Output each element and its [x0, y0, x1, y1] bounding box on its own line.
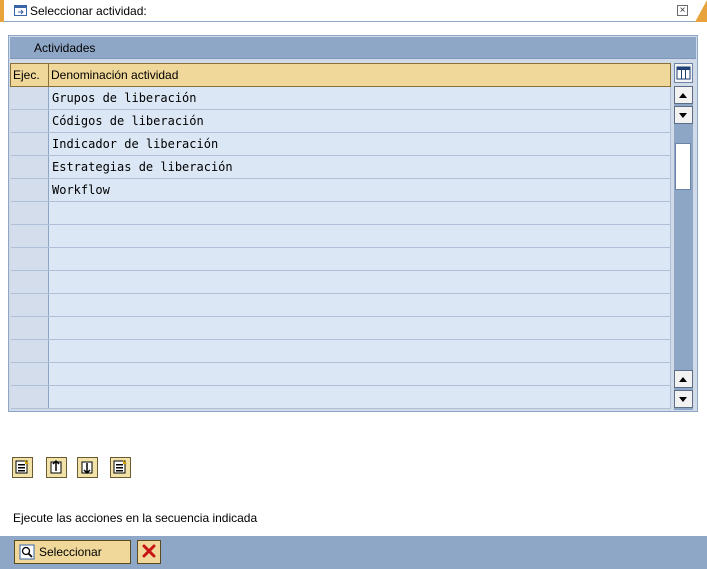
activity-cell[interactable] — [48, 385, 671, 409]
vertical-scrollbar[interactable] — [674, 86, 693, 410]
activity-cell[interactable]: Estrategias de liberación — [48, 155, 671, 179]
activity-cell[interactable] — [48, 339, 671, 363]
table-row[interactable] — [10, 385, 671, 409]
deselect-all-button[interactable] — [110, 457, 131, 478]
grid-title-bar: Actividades — [10, 37, 696, 59]
expand-icon — [50, 459, 62, 474]
scroll-up-button[interactable] — [674, 86, 693, 104]
row-selector[interactable] — [10, 247, 49, 271]
row-selector[interactable] — [10, 293, 49, 317]
table-row[interactable] — [10, 339, 671, 363]
grid-title: Actividades — [34, 41, 96, 55]
magnifier-check-icon — [19, 544, 35, 560]
scroll-down-button[interactable] — [674, 106, 693, 124]
table-row[interactable]: Códigos de liberación — [10, 109, 671, 133]
activity-cell[interactable]: Grupos de liberación — [48, 86, 671, 110]
row-selector[interactable] — [10, 109, 49, 133]
arrow-down-icon — [679, 113, 687, 118]
select-button[interactable]: Seleccionar — [14, 540, 131, 564]
row-selector[interactable] — [10, 270, 49, 294]
table-header-row: Ejec. Denominación actividad — [10, 63, 671, 87]
activity-cell[interactable] — [48, 224, 671, 248]
table-row[interactable] — [10, 293, 671, 317]
scroll-thumb[interactable] — [675, 143, 691, 190]
activity-cell[interactable]: Indicador de liberación — [48, 132, 671, 156]
table-row[interactable] — [10, 270, 671, 294]
table-row[interactable] — [10, 224, 671, 248]
select-button-label: Seleccionar — [39, 545, 102, 559]
column-header-denominacion[interactable]: Denominación actividad — [48, 63, 671, 87]
dialog-icon — [14, 5, 27, 16]
status-message: Ejecute las acciones en la secuencia ind… — [13, 511, 258, 525]
row-selector[interactable] — [10, 316, 49, 340]
table-config-icon — [676, 66, 691, 80]
arrow-up-icon — [679, 93, 687, 98]
table-row[interactable] — [10, 201, 671, 225]
dialog-content: Actividades Ejec. Denominación actividad… — [0, 22, 707, 536]
collapse-icon — [81, 461, 93, 475]
collapse-button[interactable] — [77, 457, 98, 478]
title-corner-decoration — [695, 0, 707, 22]
row-selector[interactable] — [10, 201, 49, 225]
table-row[interactable]: Grupos de liberación — [10, 86, 671, 110]
dialog-title: Seleccionar actividad: — [30, 4, 147, 18]
row-selector[interactable] — [10, 362, 49, 386]
activity-cell[interactable] — [48, 362, 671, 386]
arrow-up-icon — [679, 377, 687, 382]
select-all-icon — [15, 460, 29, 474]
dialog-footer: Seleccionar — [0, 536, 707, 569]
close-icon[interactable]: × — [677, 5, 688, 16]
row-selector[interactable] — [10, 339, 49, 363]
table-row[interactable]: Indicador de liberación — [10, 132, 671, 156]
table-row[interactable] — [10, 316, 671, 340]
table-row[interactable] — [10, 362, 671, 386]
row-selector[interactable] — [10, 132, 49, 156]
column-header-ejec[interactable]: Ejec. — [10, 63, 49, 87]
activity-cell[interactable] — [48, 270, 671, 294]
row-selector[interactable] — [10, 224, 49, 248]
page-up-button[interactable] — [674, 370, 693, 388]
red-x-icon — [142, 544, 156, 557]
title-accent-strip — [0, 0, 4, 22]
page-down-button[interactable] — [674, 390, 693, 408]
row-selector[interactable] — [10, 86, 49, 110]
deselect-all-icon — [113, 460, 127, 474]
activity-cell[interactable] — [48, 316, 671, 340]
table-row[interactable]: Workflow — [10, 178, 671, 202]
column-settings-icon[interactable] — [674, 63, 693, 83]
dialog-title-bar: Seleccionar actividad: × — [0, 0, 707, 22]
row-selector[interactable] — [10, 155, 49, 179]
activity-cell[interactable] — [48, 247, 671, 271]
arrow-down-icon — [679, 397, 687, 402]
expand-button[interactable] — [46, 457, 67, 478]
activities-table: Ejec. Denominación actividad Grupos de l… — [10, 63, 671, 409]
select-all-button[interactable] — [12, 457, 33, 478]
table-row[interactable] — [10, 247, 671, 271]
row-selector[interactable] — [10, 385, 49, 409]
table-row[interactable]: Estrategias de liberación — [10, 155, 671, 179]
activity-cell[interactable]: Códigos de liberación — [48, 109, 671, 133]
activity-cell[interactable] — [48, 201, 671, 225]
cancel-button[interactable] — [137, 540, 161, 564]
activity-cell[interactable]: Workflow — [48, 178, 671, 202]
activity-cell[interactable] — [48, 293, 671, 317]
row-selector[interactable] — [10, 178, 49, 202]
activities-grid: Actividades Ejec. Denominación actividad… — [8, 35, 698, 412]
